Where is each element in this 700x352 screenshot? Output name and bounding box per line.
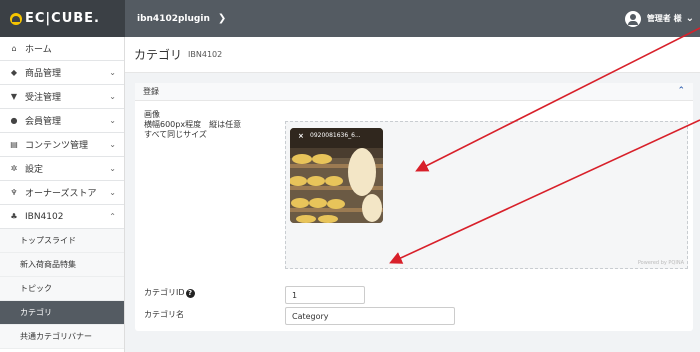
plug-icon: ♆ [10, 188, 18, 197]
help-icon[interactable]: ? [185, 289, 195, 298]
chevron-down-icon: ⌄ [109, 92, 116, 101]
sidebar: ⌂ ホーム ◆ 商品管理 ⌄ ▼ 受注管理 ⌄ ● 会員管理 ⌄ ▤ コンテンツ… [0, 37, 125, 352]
sidebar-subitem-category[interactable]: カテゴリ [0, 301, 124, 325]
gear-icon: ✲ [10, 164, 18, 173]
sidebar-item-label: 会員管理 [25, 117, 62, 127]
chevron-down-icon: ⌄ [109, 188, 116, 197]
category-id-label-text: カテゴリID [144, 288, 185, 297]
box-icon: ◆ [10, 68, 18, 77]
register-card: 登録 ⌃ 画像 横幅600px程度 縦は任意 すべて同じサイズ × 092008… [135, 83, 693, 331]
sidebar-item-orders[interactable]: ▼ 受注管理 ⌄ [0, 85, 124, 109]
sidebar-subitem-topic[interactable]: トピック [0, 277, 124, 301]
sidebar-subitem-top-slide[interactable]: トップスライド [0, 229, 124, 253]
shop-link[interactable]: ibn4102plugin ❯ [137, 0, 226, 37]
users-icon: ● [10, 116, 18, 125]
sidebar-item-label: IBN4102 [25, 211, 64, 222]
user-name: 管理者 様 [646, 14, 682, 23]
chevron-down-icon: ⌄ [685, 13, 694, 24]
powered-by-label: Powered by PQINA [637, 260, 684, 266]
remove-image-icon[interactable]: × [298, 132, 304, 140]
image-label: 画像 [144, 110, 160, 119]
category-id-label: カテゴリID? [144, 288, 195, 298]
sidebar-item-members[interactable]: ● 会員管理 ⌄ [0, 109, 124, 133]
sidebar-item-label: コンテンツ管理 [25, 141, 89, 151]
card-header[interactable]: 登録 ⌃ [135, 83, 693, 101]
category-id-field[interactable]: 1 [285, 286, 365, 304]
sidebar-subitem-new-arrivals[interactable]: 新入荷商品特集 [0, 253, 124, 277]
user-avatar-icon [624, 10, 641, 27]
sidebar-item-products[interactable]: ◆ 商品管理 ⌄ [0, 61, 124, 85]
sidebar-item-contents[interactable]: ▤ コンテンツ管理 ⌄ [0, 133, 124, 157]
chevron-right-icon: ❯ [217, 13, 227, 24]
sidebar-item-label: 商品管理 [25, 69, 62, 79]
card-title: 登録 [143, 87, 159, 96]
image-note-size: すべて同じサイズ [144, 130, 207, 139]
page-header: カテゴリ IBN4102 [125, 37, 700, 73]
category-name-label: カテゴリ名 [144, 310, 184, 319]
cheese-photo [290, 128, 383, 223]
logo-text: EC|CUBE. [25, 11, 100, 26]
sidebar-item-ibn4102[interactable]: ♣ IBN4102 ⌃ [0, 205, 124, 229]
sidebar-item-settings[interactable]: ✲ 設定 ⌄ [0, 157, 124, 181]
chevron-down-icon: ⌄ [109, 116, 116, 125]
category-name-field[interactable]: Category [285, 307, 455, 325]
sidebar-item-label: 受注管理 [25, 93, 62, 103]
chevron-up-icon[interactable]: ⌃ [677, 86, 685, 96]
sidebar-item-label: ホーム [25, 45, 52, 55]
chevron-up-icon: ⌃ [109, 212, 116, 221]
sidebar-subitem-common-banner[interactable]: 共通カテゴリバナー [0, 325, 124, 349]
sidebar-item-label: 設定 [25, 165, 44, 175]
image-dropzone[interactable]: × 0920081636_6... Powered by PQINA [285, 121, 688, 269]
image-note-width: 横幅600px程度 縦は任意 [144, 120, 242, 129]
chevron-down-icon: ⌄ [109, 68, 116, 77]
uploaded-image-thumbnail[interactable]: × 0920081636_6... [290, 128, 383, 223]
cart-icon: ▼ [10, 92, 18, 101]
cube-logo-icon [10, 12, 22, 25]
chevron-down-icon: ⌄ [109, 164, 116, 173]
chevron-down-icon: ⌄ [109, 140, 116, 149]
page-subtitle: IBN4102 [188, 50, 223, 59]
logo[interactable]: EC|CUBE. [0, 0, 125, 37]
home-icon: ⌂ [11, 44, 17, 53]
image-label-group: 画像 横幅600px程度 縦は任意 すべて同じサイズ [144, 110, 241, 140]
user-menu[interactable]: 管理者 様 ⌄ [624, 0, 694, 37]
document-icon: ▤ [10, 140, 18, 149]
main-content: カテゴリ IBN4102 登録 ⌃ 画像 横幅600px程度 縦は任意 すべて同… [125, 37, 700, 352]
image-filename: 0920081636_6... [310, 132, 361, 139]
shop-name: ibn4102plugin [137, 13, 210, 24]
sidebar-item-home[interactable]: ⌂ ホーム [0, 37, 124, 61]
sidebar-item-ownerstore[interactable]: ♆ オーナーズストア ⌄ [0, 181, 124, 205]
puzzle-icon: ♣ [10, 212, 18, 221]
top-header: EC|CUBE. ibn4102plugin ❯ 管理者 様 ⌄ [0, 0, 700, 37]
page-title: カテゴリ [134, 48, 183, 62]
sidebar-item-label: オーナーズストア [25, 189, 97, 199]
